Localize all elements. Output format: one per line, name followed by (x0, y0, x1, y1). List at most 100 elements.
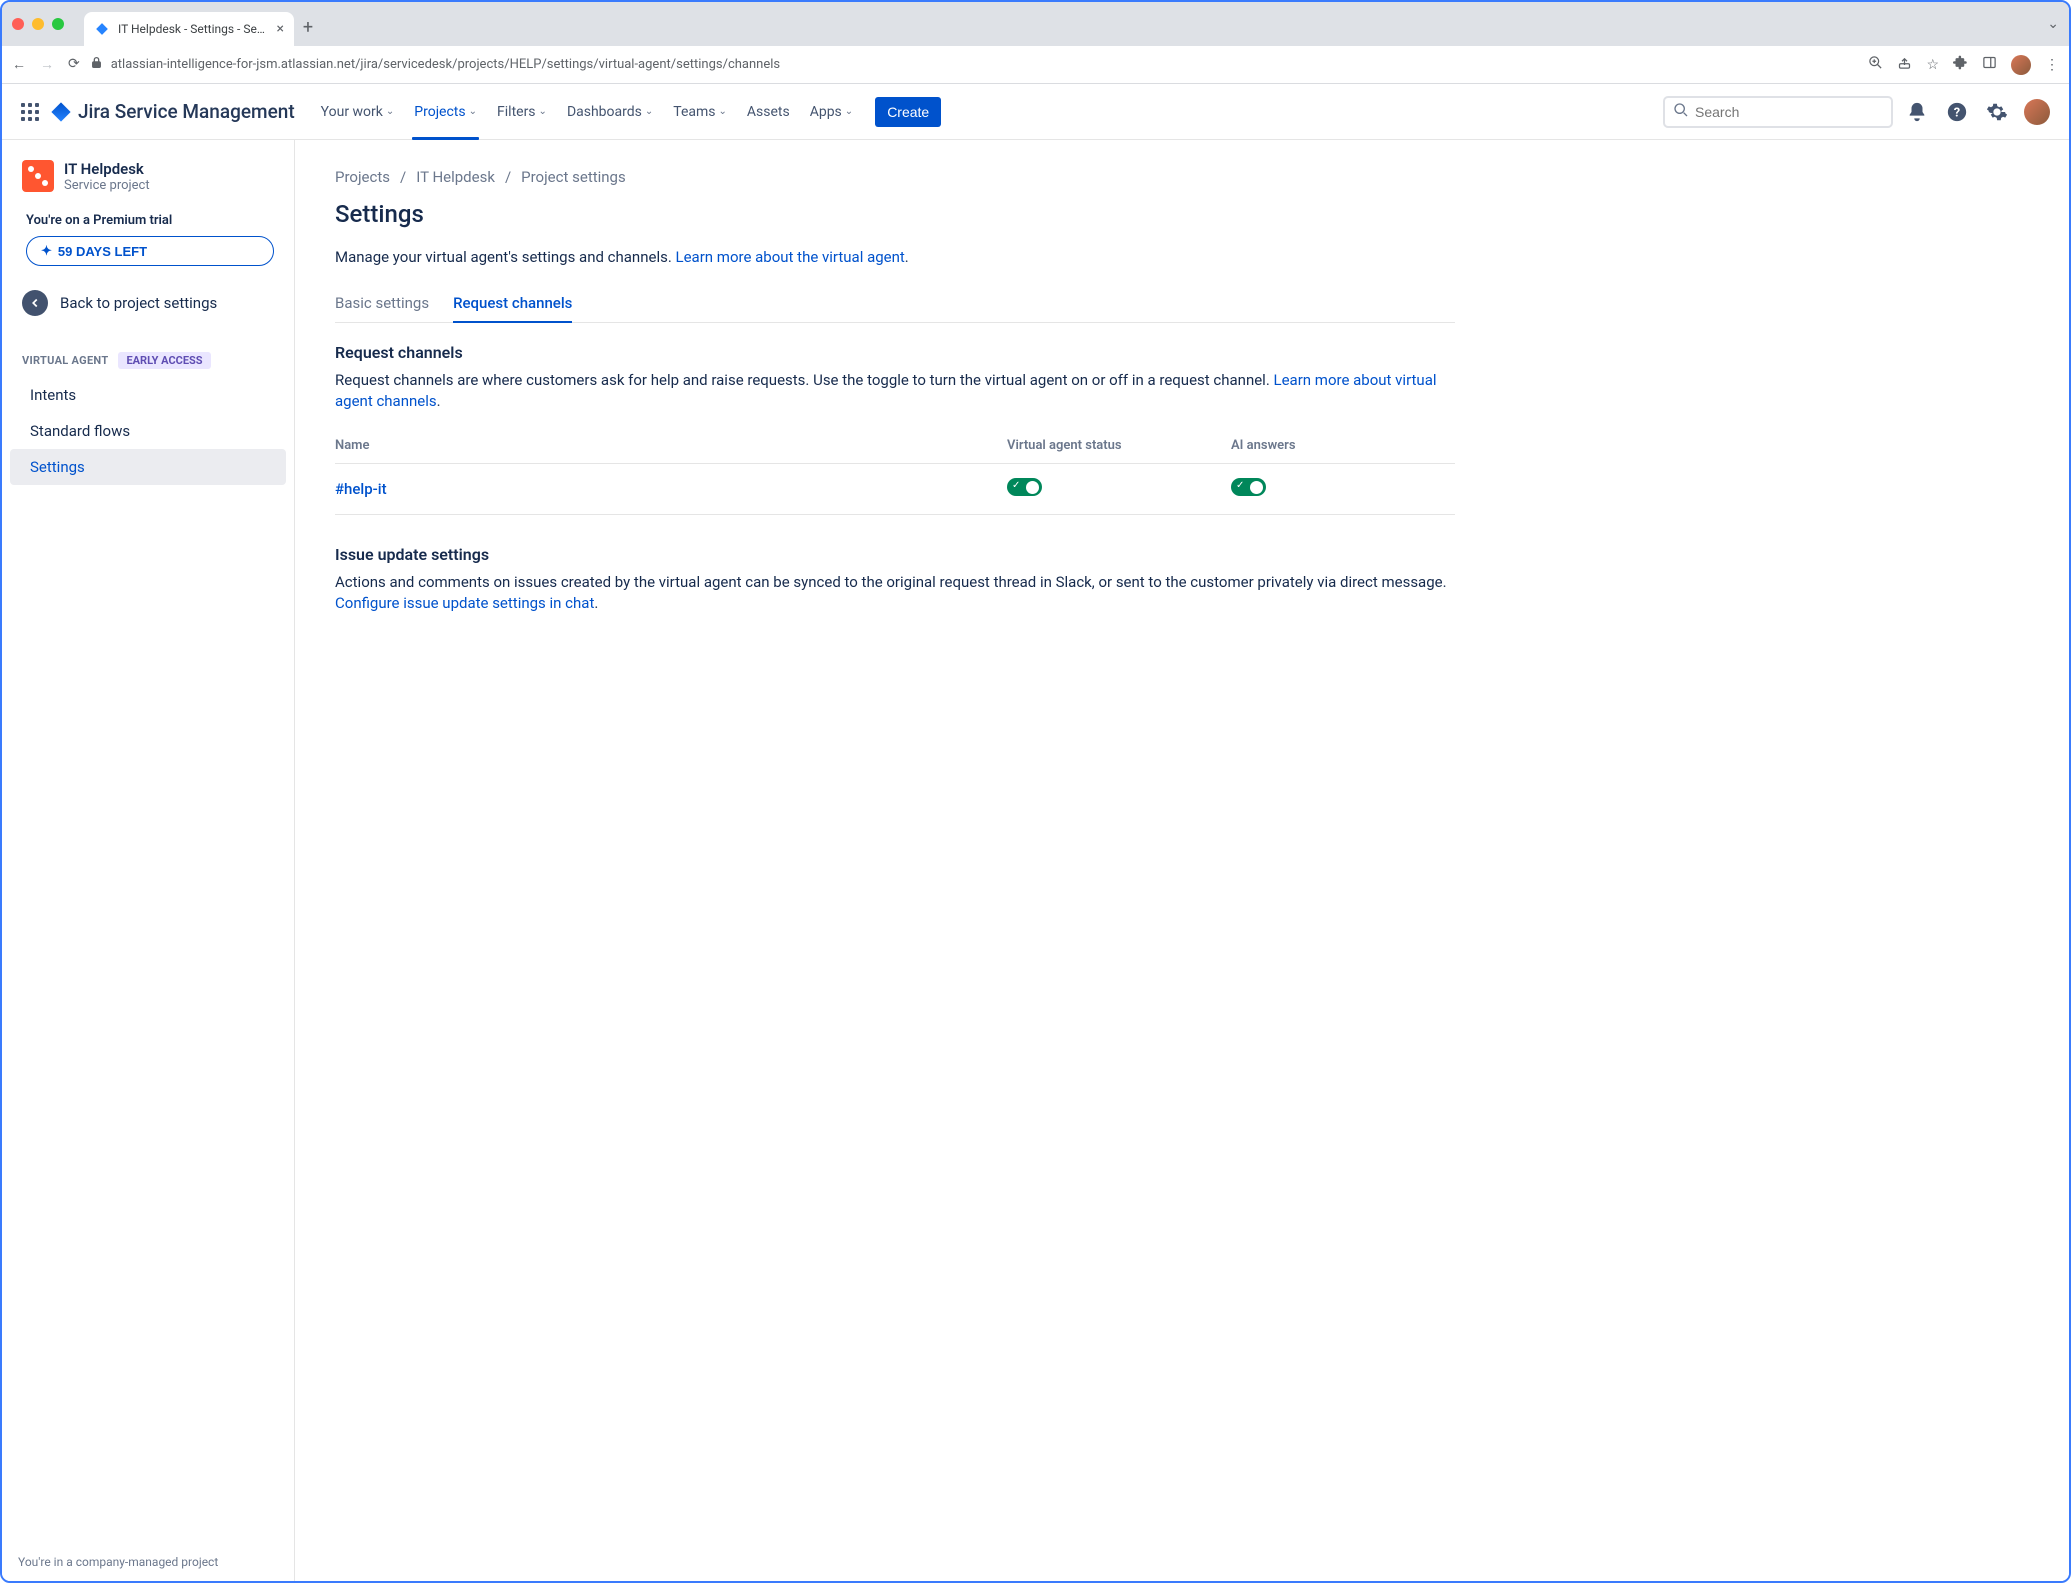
app-switcher-icon[interactable] (18, 100, 42, 124)
notifications-icon[interactable] (1901, 96, 1933, 128)
browser-tab-strip: IT Helpdesk - Settings - Servic × + ⌄ (2, 2, 2069, 46)
breadcrumb-item[interactable]: Projects (335, 168, 390, 186)
table-row: #help-it (335, 464, 1455, 515)
settings-icon[interactable] (1981, 96, 2013, 128)
tab-basic-settings[interactable]: Basic settings (335, 286, 429, 322)
nav-label: Apps (810, 104, 842, 120)
column-header: Virtual agent status (1007, 430, 1231, 464)
learn-more-link-text: Learn more about the virtual agent (676, 248, 905, 266)
back-label: Back to project settings (60, 294, 217, 312)
user-avatar[interactable] (2021, 96, 2053, 128)
nav-item-teams[interactable]: Teams⌄ (665, 84, 735, 140)
back-to-project-settings[interactable]: Back to project settings (2, 280, 294, 326)
learn-more-virtual-agent-link[interactable]: Learn more about the virtual agent (676, 248, 905, 266)
breadcrumb-separator: / (505, 168, 511, 186)
project-icon (22, 160, 54, 192)
chevron-down-icon: ⌄ (469, 106, 477, 117)
tab-title: IT Helpdesk - Settings - Servic (118, 22, 269, 36)
issue-update-description: Actions and comments on issues created b… (335, 572, 1455, 614)
request-channels-description: Request channels are where customers ask… (335, 370, 1455, 412)
help-icon[interactable]: ? (1941, 96, 1973, 128)
bookmark-icon[interactable]: ☆ (1926, 57, 1939, 73)
column-header: AI answers (1231, 430, 1455, 464)
close-tab-icon[interactable]: × (277, 21, 284, 37)
nav-item-filters[interactable]: Filters⌄ (489, 84, 555, 140)
new-tab-button[interactable]: + (294, 13, 322, 41)
ai-answers-toggle[interactable] (1231, 478, 1266, 496)
url-field[interactable]: atlassian-intelligence-for-jsm.atlassian… (90, 56, 1859, 73)
chevron-down-icon: ⌄ (718, 106, 726, 117)
issue-link-text: Configure issue update settings in chat (335, 594, 594, 612)
close-window[interactable] (12, 18, 24, 30)
profile-avatar[interactable] (2011, 55, 2031, 75)
url-text: atlassian-intelligence-for-jsm.atlassian… (111, 57, 780, 72)
address-bar: ← → ⟳ atlassian-intelligence-for-jsm.atl… (2, 46, 2069, 84)
nav-item-apps[interactable]: Apps⌄ (802, 84, 861, 140)
back-icon[interactable]: ← (12, 56, 26, 73)
sidebar-footer: You're in a company-managed project (2, 1543, 294, 1581)
virtual-agent-status-toggle[interactable] (1007, 478, 1042, 496)
product-brand[interactable]: Jira Service Management (50, 100, 295, 123)
chrome-menu-icon[interactable]: ⋮ (2045, 57, 2059, 73)
chevron-down-icon: ⌄ (845, 106, 853, 117)
chevron-down-icon: ⌄ (386, 106, 394, 117)
nav-label: Your work (321, 104, 383, 120)
nav-item-assets[interactable]: Assets (739, 84, 798, 140)
maximize-window[interactable] (52, 18, 64, 30)
back-arrow-icon (22, 290, 48, 316)
page-description-text: Manage your virtual agent's settings and… (335, 248, 676, 266)
search-box[interactable] (1663, 96, 1893, 128)
project-type: Service project (64, 178, 150, 193)
issue-update-heading: Issue update settings (335, 545, 1455, 564)
side-panel-icon[interactable] (1982, 55, 1997, 74)
share-icon[interactable] (1897, 55, 1912, 74)
column-header: Name (335, 430, 1007, 464)
nav-item-your-work[interactable]: Your work⌄ (313, 84, 403, 140)
trial-text: You're on a Premium trial (2, 203, 294, 236)
brand-text: Jira Service Management (78, 100, 295, 123)
nav-label: Assets (747, 104, 790, 120)
zoom-icon[interactable] (1868, 55, 1883, 74)
minimize-window[interactable] (32, 18, 44, 30)
sidebar-item-standard-flows[interactable]: Standard flows (10, 413, 286, 449)
project-name: IT Helpdesk (64, 160, 150, 178)
nav-label: Teams (673, 104, 715, 120)
jira-favicon (94, 21, 110, 37)
main-content: Projects/IT Helpdesk/Project settings Se… (295, 140, 1495, 1581)
breadcrumb-item[interactable]: Project settings (521, 168, 626, 186)
tabs-dropdown-icon[interactable]: ⌄ (2047, 16, 2059, 32)
channel-name-link[interactable]: #help-it (335, 480, 387, 498)
sidebar: IT Helpdesk Service project You're on a … (2, 140, 295, 1581)
nav-label: Projects (414, 104, 465, 120)
search-input[interactable] (1695, 104, 1883, 120)
chevron-down-icon: ⌄ (645, 106, 653, 117)
forward-icon: → (40, 56, 54, 73)
channels-table: NameVirtual agent statusAI answers #help… (335, 430, 1455, 515)
svg-text:?: ? (1954, 105, 1960, 120)
configure-issue-update-link[interactable]: Configure issue update settings in chat (335, 594, 594, 612)
sidebar-section-label: VIRTUAL AGENT (22, 354, 108, 367)
sidebar-item-intents[interactable]: Intents (10, 377, 286, 413)
window-controls (12, 18, 64, 30)
top-navigation: Jira Service Management Your work⌄Projec… (2, 84, 2069, 140)
create-button[interactable]: Create (875, 97, 941, 127)
extensions-icon[interactable] (1953, 55, 1968, 74)
nav-label: Dashboards (567, 104, 642, 120)
reload-icon[interactable]: ⟳ (68, 56, 80, 73)
page-description: Manage your virtual agent's settings and… (335, 248, 1455, 266)
nav-item-dashboards[interactable]: Dashboards⌄ (559, 84, 661, 140)
sidebar-item-settings[interactable]: Settings (10, 449, 286, 485)
request-channels-heading: Request channels (335, 343, 1455, 362)
chevron-down-icon: ⌄ (539, 106, 547, 117)
channels-desc-text: Request channels are where customers ask… (335, 371, 1274, 389)
page-title: Settings (335, 200, 1455, 228)
lock-icon (90, 56, 103, 73)
tab-request-channels[interactable]: Request channels (453, 286, 572, 322)
nav-label: Filters (497, 104, 536, 120)
browser-tab[interactable]: IT Helpdesk - Settings - Servic × (84, 12, 294, 46)
breadcrumb-item[interactable]: IT Helpdesk (416, 168, 495, 186)
issue-desc-text: Actions and comments on issues created b… (335, 573, 1447, 591)
trial-days-button[interactable]: ✦ 59 DAYS LEFT (26, 236, 274, 266)
nav-item-projects[interactable]: Projects ⌄ (406, 84, 485, 140)
breadcrumb: Projects/IT Helpdesk/Project settings (335, 168, 1455, 186)
